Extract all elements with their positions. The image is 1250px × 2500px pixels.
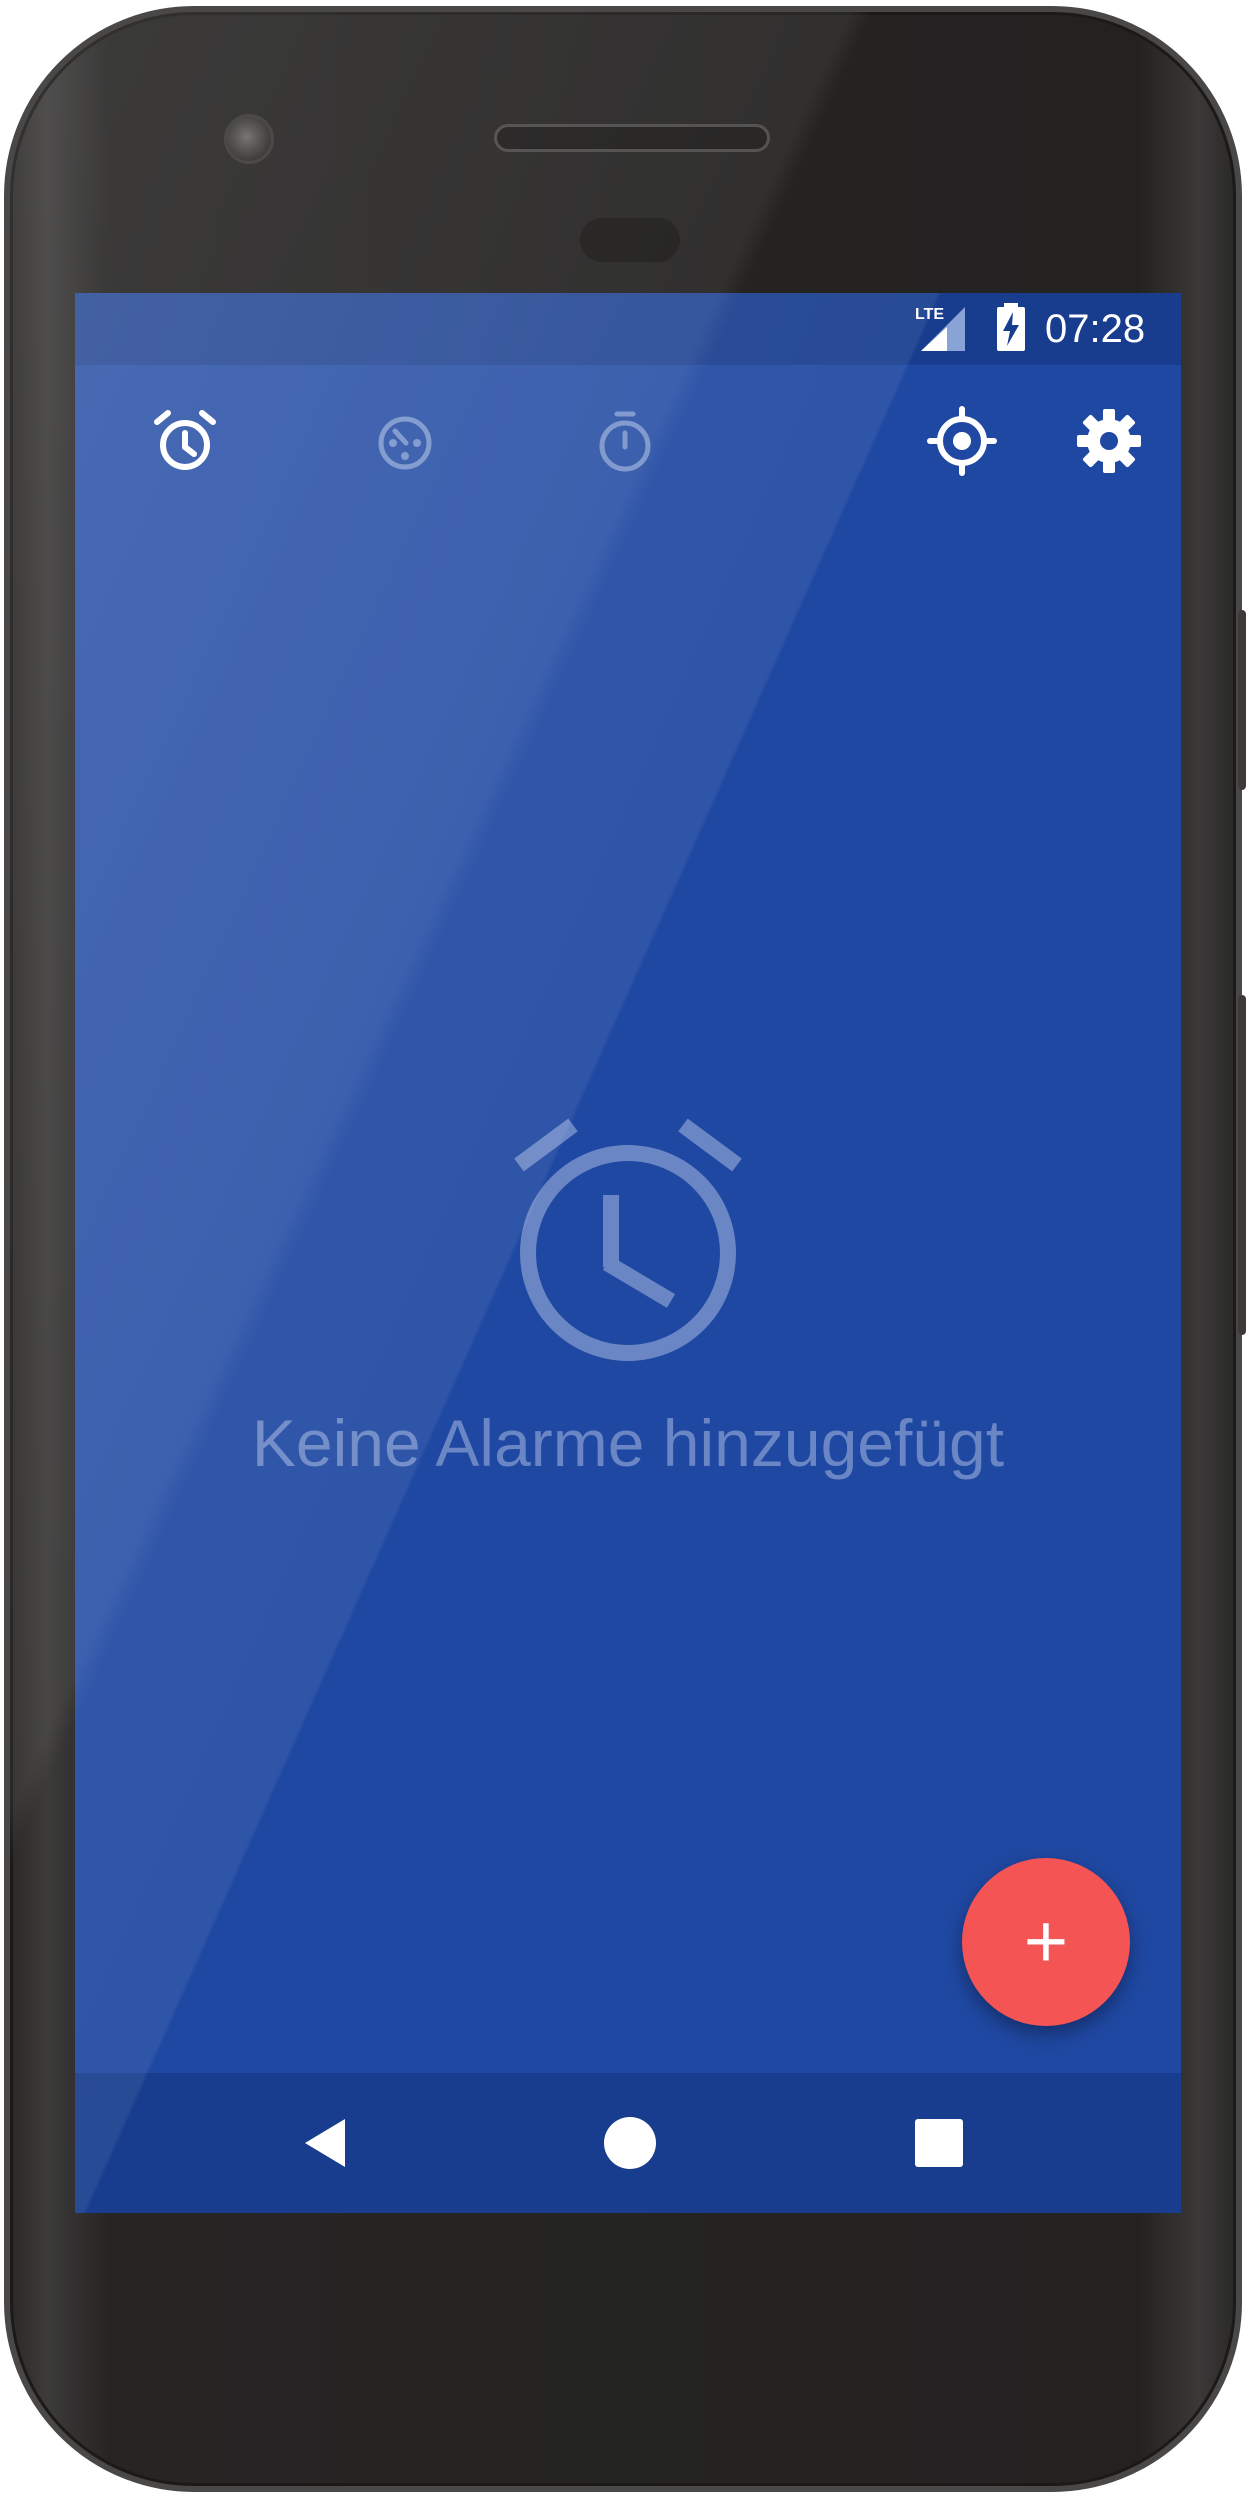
lte-signal-icon: LTE xyxy=(915,306,965,351)
clock-icon xyxy=(378,416,432,470)
location-target-button[interactable] xyxy=(926,405,998,477)
plus-icon: + xyxy=(1023,1899,1069,1984)
tab-stopwatch[interactable] xyxy=(589,405,661,477)
status-bar: LTE 07:28 xyxy=(75,293,1181,365)
front-camera xyxy=(224,114,274,164)
status-time: 07:28 xyxy=(1045,307,1146,351)
gear-icon xyxy=(1077,409,1141,473)
add-alarm-button[interactable]: + xyxy=(962,1858,1130,2026)
screen: LTE 07:28 Keine Alarme hinzugefügt + xyxy=(75,293,1181,2213)
navigation-bar xyxy=(75,2073,1181,2213)
recents-icon[interactable] xyxy=(909,2113,969,2173)
back-icon[interactable] xyxy=(297,2113,357,2173)
tab-clock[interactable] xyxy=(369,405,441,477)
battery-charging-icon xyxy=(997,303,1025,351)
proximity-sensor xyxy=(580,218,680,262)
location-target-icon xyxy=(927,406,997,476)
tab-alarm[interactable] xyxy=(149,405,221,477)
phone-frame: LTE 07:28 Keine Alarme hinzugefügt + xyxy=(4,6,1242,2492)
alarm-icon xyxy=(154,410,216,470)
top-toolbar xyxy=(75,365,1181,525)
home-icon[interactable] xyxy=(600,2113,660,2173)
lte-label: LTE xyxy=(915,306,944,323)
stopwatch-icon xyxy=(599,411,651,472)
earpiece-speaker xyxy=(494,124,770,152)
alarm-clock-icon xyxy=(514,1118,742,1361)
power-button[interactable] xyxy=(1238,610,1246,790)
volume-button[interactable] xyxy=(1238,995,1246,1335)
empty-state-message: Keine Alarme hinzugefügt xyxy=(251,1406,1005,1480)
settings-button[interactable] xyxy=(1073,405,1145,477)
